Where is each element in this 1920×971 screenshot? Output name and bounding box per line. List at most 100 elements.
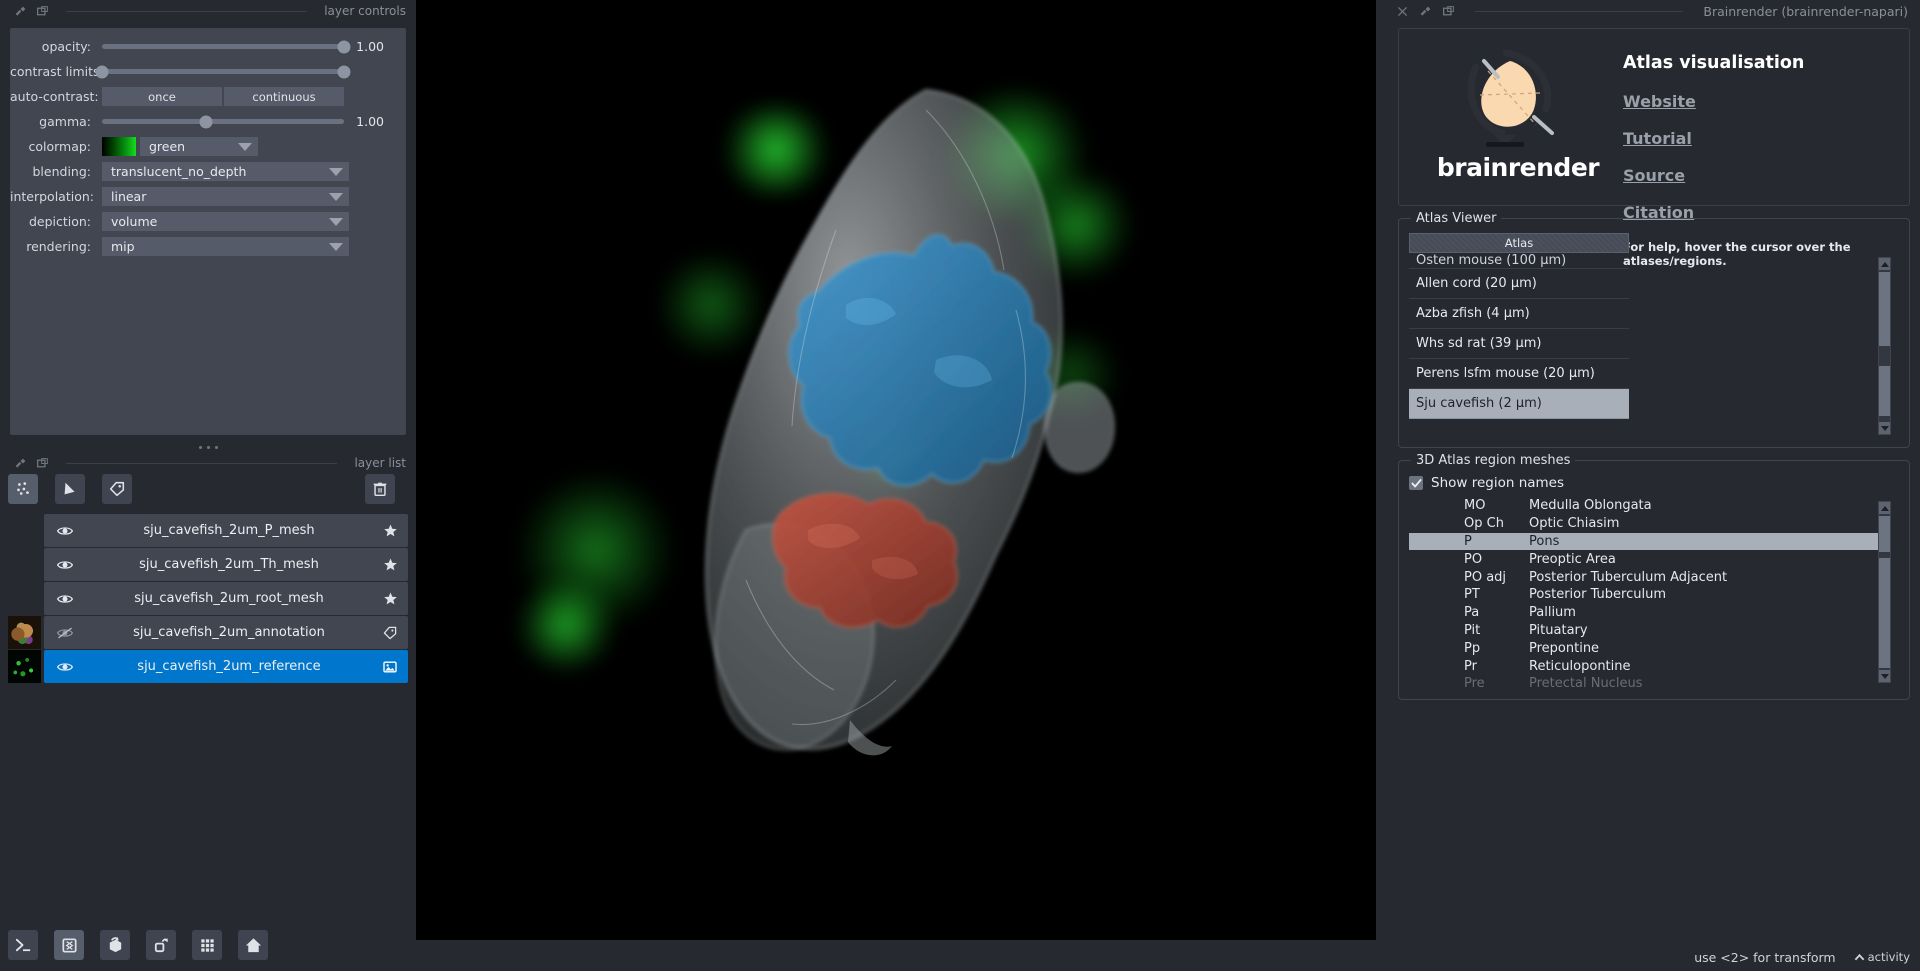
scroll-up-arrow[interactable] [1879, 258, 1890, 270]
grid-view-button[interactable] [192, 930, 223, 960]
layer-row[interactable]: sju_cavefish_2um_P_mesh [44, 514, 408, 547]
ndisplay-button[interactable] [54, 930, 85, 960]
float-icon[interactable] [14, 5, 27, 18]
interpolation-select[interactable]: linear [102, 187, 350, 206]
region-row[interactable]: Pr Reticulopontine [1409, 657, 1889, 675]
atlas-viewer-group: Atlas Viewer Atlas Osten mouse (100 µm) A… [1398, 211, 1910, 448]
show-region-names-label: Show region names [1431, 475, 1565, 491]
scroll-thumb[interactable] [1879, 272, 1890, 346]
close-icon[interactable] [1396, 5, 1409, 18]
region-abbreviation: MO [1464, 498, 1486, 514]
atlas-list-scrollbar[interactable] [1878, 257, 1891, 435]
atlas-list-item[interactable]: Sju cavefish (2 µm) [1409, 389, 1629, 419]
image-icon [383, 661, 397, 672]
atlas-list-item[interactable]: Perens lsfm mouse (20 µm) [1409, 359, 1629, 389]
scroll-thumb-lower[interactable] [1879, 366, 1890, 416]
scroll-down-arrow[interactable] [1879, 422, 1890, 434]
depiction-select[interactable]: volume [102, 212, 350, 231]
brainrender-wordmark: brainrender [1436, 153, 1600, 182]
atlas-list-item[interactable]: Allen cord (20 µm) [1409, 269, 1629, 299]
layer-visibility-toggle-hidden[interactable] [44, 624, 86, 642]
atlas-list-item[interactable]: Azba zfish (4 µm) [1409, 299, 1629, 329]
chevron-up-icon [1854, 953, 1864, 960]
console-button[interactable] [8, 930, 38, 960]
region-abbreviation: Pit [1464, 622, 1481, 638]
check-icon [1410, 478, 1422, 487]
region-row[interactable]: Op Ch Optic Chiasim [1409, 515, 1889, 533]
layer-visibility-toggle-visible[interactable] [44, 556, 86, 574]
scroll-up-arrow[interactable] [1879, 502, 1890, 514]
atlas-column-header[interactable]: Atlas [1409, 233, 1629, 253]
region-row[interactable]: P Pons [1409, 532, 1889, 551]
layer-row[interactable]: sju_cavefish_2um_Th_mesh [44, 548, 408, 581]
delete-layer-button[interactable] [365, 474, 395, 504]
blending-select[interactable]: translucent_no_depth [102, 162, 350, 181]
shapes-layer-button[interactable] [55, 474, 86, 504]
transpose-button[interactable] [146, 930, 177, 960]
region-list-scrollbar[interactable] [1878, 501, 1891, 683]
brainrender-title: Brainrender (brainrender-napari) [1703, 3, 1908, 19]
contrast-limits-slider[interactable] [95, 65, 351, 78]
labels-layer-button[interactable] [102, 474, 133, 504]
auto-contrast-once-button[interactable]: once [102, 87, 222, 106]
gamma-slider[interactable] [102, 115, 344, 128]
depiction-value: volume [111, 214, 158, 229]
scroll-thumb[interactable] [1879, 516, 1890, 552]
home-button[interactable] [238, 930, 269, 960]
popout-icon[interactable] [1442, 5, 1455, 18]
region-row[interactable]: Pre Pretectal Nucleus [1409, 675, 1889, 687]
region-tree-list[interactable]: MO Medulla Oblongata Op Ch Optic Chiasim P Po… [1409, 497, 1889, 687]
source-link[interactable]: Source [1623, 166, 1685, 185]
region-full-name: Posterior Tuberculum [1529, 587, 1667, 603]
viewer-canvas[interactable] [416, 0, 1376, 940]
scroll-thumb-lower[interactable] [1879, 558, 1890, 668]
layer-list-titlebar: layer list [0, 452, 416, 474]
layer-visibility-toggle-visible[interactable] [44, 522, 86, 540]
show-region-names-checkbox[interactable] [1409, 476, 1423, 490]
region-abbreviation: Op Ch [1464, 516, 1504, 532]
region-full-name: Pons [1529, 533, 1560, 549]
rendering-select[interactable]: mip [102, 237, 350, 256]
region-abbreviation: P [1464, 533, 1472, 549]
region-row[interactable]: PT Posterior Tuberculum [1409, 586, 1889, 604]
website-link[interactable]: Website [1623, 92, 1696, 111]
layer-row[interactable]: sju_cavefish_2um_root_mesh [44, 582, 408, 615]
region-row[interactable]: Pa Pallium [1409, 604, 1889, 622]
popout-icon[interactable] [36, 457, 49, 470]
region-full-name: Pallium [1529, 605, 1576, 621]
roll-dims-button[interactable] [100, 930, 131, 960]
opacity-slider[interactable] [102, 40, 351, 53]
layer-visibility-toggle-visible[interactable] [44, 590, 86, 608]
points-layer-button[interactable] [8, 474, 38, 504]
layer-visibility-toggle-visible[interactable] [44, 658, 86, 676]
float-icon[interactable] [14, 457, 27, 470]
region-row[interactable]: Pit Pituatary [1409, 622, 1889, 640]
float-icon[interactable] [1419, 5, 1432, 18]
layer-row[interactable]: sju_cavefish_2um_annotation [8, 616, 408, 649]
activity-button[interactable]: activity [1854, 950, 1910, 964]
atlas-list-item[interactable]: Whs sd rat (39 µm) [1409, 329, 1629, 359]
region-full-name: Pituatary [1529, 622, 1588, 638]
region-row[interactable]: MO Medulla Oblongata [1409, 497, 1889, 515]
auto-contrast-continuous-button[interactable]: continuous [224, 87, 344, 106]
blending-label: blending: [32, 164, 92, 179]
region-abbreviation: Pp [1464, 640, 1481, 656]
atlas-list[interactable]: Osten mouse (100 µm) Allen cord (20 µm) Az… [1409, 253, 1629, 435]
colormap-select[interactable]: green [140, 137, 258, 156]
popout-icon[interactable] [36, 5, 49, 18]
region-row[interactable]: Pp Prepontine [1409, 639, 1889, 657]
colormap-row: colormap: green [10, 136, 394, 157]
blending-row: blending: translucent_no_depth [10, 161, 394, 182]
brain-3d-render [705, 88, 1115, 756]
depiction-row: depiction: volume [10, 211, 394, 232]
scroll-down-arrow[interactable] [1879, 670, 1890, 682]
terminal-icon [15, 938, 30, 951]
region-row[interactable]: PO Preoptic Area [1409, 550, 1889, 568]
layer-row[interactable]: sju_cavefish_2um_reference [8, 650, 408, 683]
layer-type-image-icon [372, 659, 408, 675]
opacity-label: opacity: [41, 39, 91, 54]
region-row[interactable]: PO adj Posterior Tuberculum Adjacent [1409, 568, 1889, 586]
region-full-name: Optic Chiasim [1529, 516, 1620, 532]
tutorial-link[interactable]: Tutorial [1623, 129, 1692, 148]
atlas-list-item[interactable]: Osten mouse (100 µm) [1409, 253, 1629, 269]
